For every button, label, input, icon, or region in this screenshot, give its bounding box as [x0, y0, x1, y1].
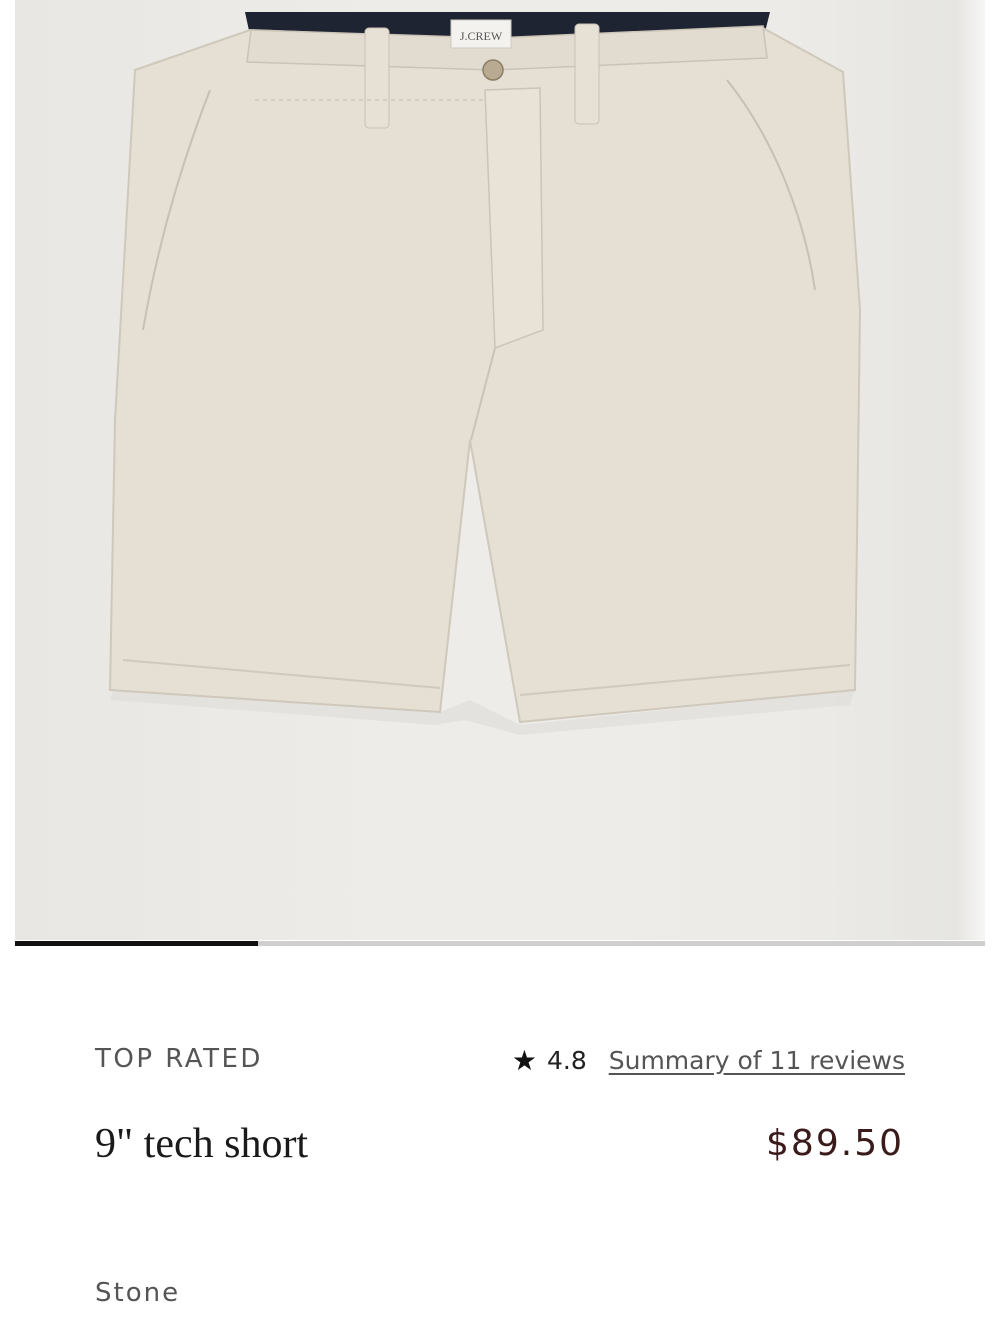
- carousel-progress-fill: [15, 941, 258, 946]
- product-image-carousel[interactable]: J.CREW: [0, 0, 1000, 946]
- top-rated-badge: TOP RATED: [95, 1044, 263, 1074]
- product-photo[interactable]: J.CREW: [15, 0, 985, 940]
- rating-row: ★ 4.8 Summary of 11 reviews: [512, 1044, 905, 1077]
- product-price: $89.50: [766, 1123, 904, 1164]
- shorts-illustration: J.CREW: [108, 12, 862, 735]
- product-title: 9" tech short: [95, 1121, 309, 1167]
- carousel-progress-track: [15, 941, 985, 946]
- reviews-summary-link[interactable]: Summary of 11 reviews: [609, 1046, 905, 1075]
- selected-color-name: Stone: [95, 1278, 181, 1308]
- rating-value: 4.8: [546, 1046, 587, 1075]
- star-icon: ★: [511, 1044, 537, 1077]
- brand-label: J.CREW: [460, 29, 503, 43]
